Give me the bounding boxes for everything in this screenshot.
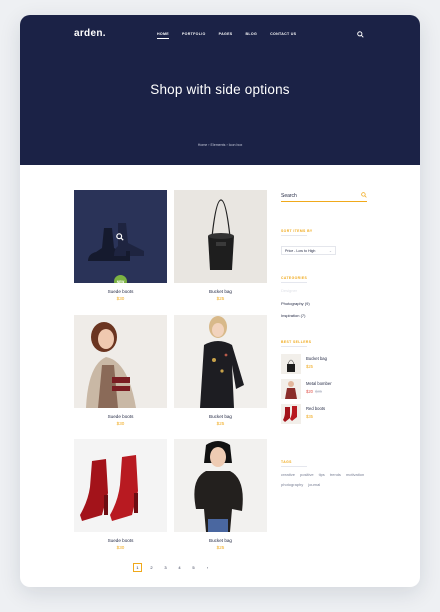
model-image xyxy=(200,316,244,408)
next-page-button[interactable]: › xyxy=(203,563,212,572)
categories-title: CATEGORIES xyxy=(281,276,308,283)
category-item[interactable]: Inspiration (7) xyxy=(281,313,305,318)
bestseller-item[interactable]: Red boots $35 xyxy=(281,404,367,424)
product-name[interactable]: Suede boots xyxy=(74,414,167,419)
page-4[interactable]: 4 xyxy=(175,563,184,572)
product-price: $30 xyxy=(116,421,125,426)
product-price: $30 xyxy=(116,545,125,550)
bestseller-price: $25 xyxy=(306,364,313,369)
model-image xyxy=(194,441,243,532)
tag-link[interactable]: motivation xyxy=(346,472,364,477)
site-logo[interactable]: arden. xyxy=(74,28,106,39)
bestseller-name[interactable]: Bucket bag xyxy=(306,356,327,361)
nav-pages[interactable]: PAGES xyxy=(219,32,233,36)
red-boots-image xyxy=(80,455,138,521)
page-card: arden. HOME PORTFOLIO PAGES BLOG CONTACT… xyxy=(20,15,420,587)
bestsellers-title: BEST SELLERS xyxy=(281,340,312,347)
product-name[interactable]: Bucket bag xyxy=(174,414,267,419)
model-image xyxy=(86,322,136,408)
bestseller-item[interactable]: Bucket bag $25 xyxy=(281,354,367,374)
bestseller-thumb[interactable] xyxy=(281,354,301,374)
tags-title: TAGS xyxy=(281,460,307,467)
breadcrumb[interactable]: Home › Elements › Icon box xyxy=(20,143,420,147)
bestseller-name[interactable]: Metal bomber xyxy=(306,381,332,386)
red-boots-thumb-image xyxy=(283,406,297,422)
search-input[interactable] xyxy=(281,190,367,202)
product-name[interactable]: Bucket bag xyxy=(174,538,267,543)
product-name[interactable]: Suede boots xyxy=(74,289,167,294)
product-price: $25 xyxy=(216,421,225,426)
tag-link[interactable]: creative xyxy=(281,472,295,477)
nav-contact[interactable]: CONTACT US xyxy=(270,32,296,36)
sort-select[interactable]: Price - Low to High ⌄ xyxy=(281,246,336,255)
product-name[interactable]: Suede boots xyxy=(74,538,167,543)
sort-title: SORT ITEMS BY xyxy=(281,229,313,236)
search-icon[interactable] xyxy=(361,192,367,198)
product-image[interactable] xyxy=(74,439,167,532)
page-2[interactable]: 2 xyxy=(147,563,156,572)
product-name[interactable]: Bucket bag xyxy=(174,289,267,294)
bomber-thumb-image xyxy=(285,381,297,399)
main-nav: HOME PORTFOLIO PAGES BLOG CONTACT US xyxy=(157,32,296,39)
nav-portfolio[interactable]: PORTFOLIO xyxy=(182,32,206,36)
page-5[interactable]: 5 xyxy=(189,563,198,572)
search-icon[interactable] xyxy=(357,31,364,38)
chevron-down-icon: ⌄ xyxy=(328,249,332,253)
product-image[interactable] xyxy=(174,315,267,408)
bestseller-thumb[interactable] xyxy=(281,379,301,399)
product-price: $30 xyxy=(116,296,125,301)
bestseller-price-group: $20 $35 xyxy=(306,389,322,394)
tag-link[interactable]: trends xyxy=(330,472,341,477)
tag-link[interactable]: photography xyxy=(281,482,303,487)
bestseller-price: $35 xyxy=(306,414,313,419)
zoom-icon[interactable] xyxy=(116,233,124,241)
product-image[interactable] xyxy=(74,315,167,408)
product-image[interactable] xyxy=(174,439,267,532)
page-header: arden. HOME PORTFOLIO PAGES BLOG CONTACT… xyxy=(20,15,420,165)
category-item[interactable]: Designer xyxy=(281,288,297,293)
product-price: $25 xyxy=(216,296,225,301)
tag-link[interactable]: positive xyxy=(300,472,314,477)
page-1[interactable]: 1 xyxy=(133,563,142,572)
bag-thumb-image xyxy=(287,359,295,372)
bestseller-item[interactable]: Metal bomber $20 $35 xyxy=(281,379,367,399)
pagination: 1 2 3 4 5 › xyxy=(133,563,212,572)
new-badge: NEW xyxy=(114,275,127,283)
tag-cloud: creative positive tips trends motivation… xyxy=(281,472,371,487)
nav-home[interactable]: HOME xyxy=(157,32,169,39)
tag-link[interactable]: tips xyxy=(319,472,325,477)
bestseller-sale-price: $20 xyxy=(306,389,313,394)
sort-select-value: Price - Low to High xyxy=(285,248,316,253)
page-3[interactable]: 3 xyxy=(161,563,170,572)
product-image[interactable]: NEW xyxy=(74,190,167,283)
nav-blog[interactable]: BLOG xyxy=(245,32,257,36)
category-item[interactable]: Photography (9) xyxy=(281,301,310,306)
bestseller-thumb[interactable] xyxy=(281,404,301,424)
page-title: Shop with side options xyxy=(150,82,290,97)
bestseller-old-price: $35 xyxy=(315,389,322,394)
tag-link[interactable]: journal xyxy=(308,482,320,487)
product-image[interactable] xyxy=(174,190,267,283)
product-price: $25 xyxy=(216,545,225,550)
bucket-bag-image xyxy=(208,199,234,270)
bestseller-name[interactable]: Red boots xyxy=(306,406,325,411)
